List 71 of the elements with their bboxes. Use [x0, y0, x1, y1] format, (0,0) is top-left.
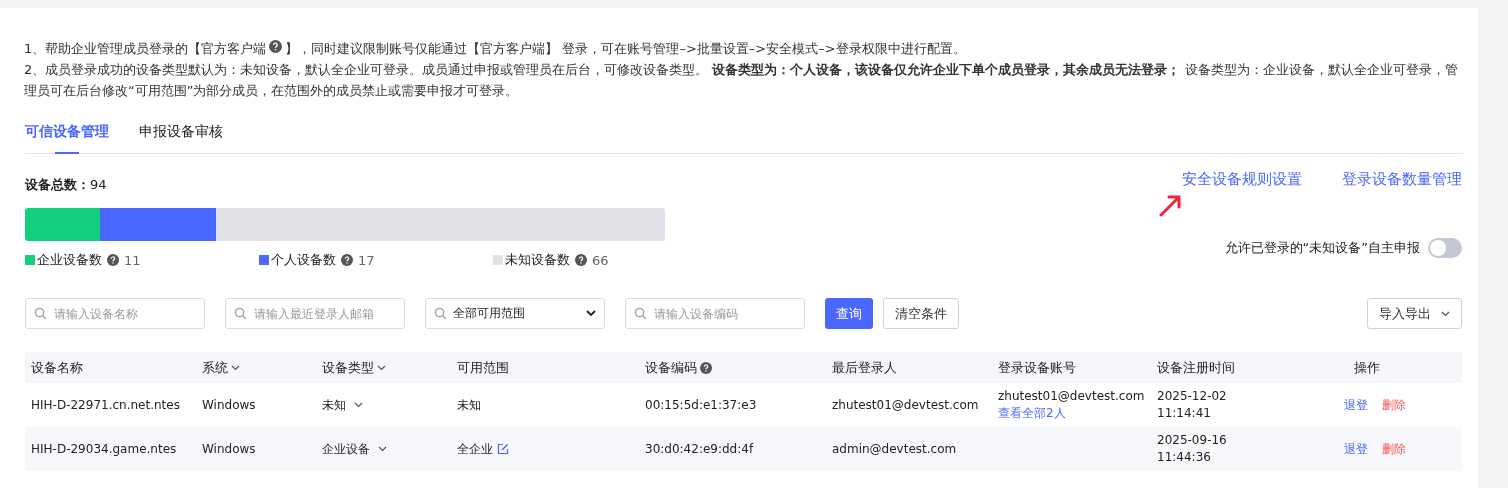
- search-icon: [234, 307, 247, 320]
- table-cell: 30:d0:42:e9:dd:4f: [645, 442, 754, 456]
- action-link[interactable]: 删除: [1381, 396, 1406, 414]
- type-dropdown[interactable]: 未知: [322, 396, 363, 414]
- table-cell: zhutest01@devtest.com: [832, 398, 979, 412]
- table-cell: HIH-D-29034.game.ntes: [31, 442, 177, 456]
- help-icon: [575, 254, 587, 266]
- tab[interactable]: 申报设备审核: [139, 123, 223, 153]
- caret-icon: [354, 402, 363, 408]
- table-cell: HIH-D-22971.cn.net.ntes: [31, 398, 180, 412]
- edit-icon[interactable]: [497, 443, 509, 455]
- clear-button[interactable]: 清空条件: [883, 298, 959, 329]
- import-export-button[interactable]: 导入导出: [1367, 298, 1462, 329]
- column-header: 设备名称: [31, 358, 83, 377]
- column-header: 系统: [202, 358, 228, 377]
- legend-count: 17: [358, 252, 375, 268]
- table-cell: 00:15:5d:e1:37:e3: [645, 398, 757, 412]
- search-field[interactable]: 请输入最近登录人邮箱: [225, 298, 405, 329]
- column-header: 操作: [1353, 358, 1380, 377]
- total-label: 设备总数：: [25, 177, 90, 192]
- action-link[interactable]: 退登: [1343, 440, 1368, 458]
- table-cell: Windows: [202, 442, 256, 456]
- type-dropdown[interactable]: 企业设备: [322, 440, 387, 458]
- legend-count: 66: [592, 252, 609, 268]
- settings-link[interactable]: 安全设备规则设置: [1182, 170, 1302, 189]
- table-cell: 全企业: [457, 440, 493, 458]
- action-link[interactable]: 删除: [1381, 440, 1406, 458]
- tab[interactable]: 可信设备管理: [25, 123, 109, 153]
- legend-label: 企业设备数: [37, 251, 102, 269]
- table-cell-text: 2025-09-16: [1157, 432, 1228, 449]
- caret-icon: [231, 364, 240, 371]
- total-count: 94: [90, 177, 107, 192]
- intro-text: 】，同时建议限制账号仅能通过【官方客户端】 登录，可在账号管理–>批量设置–>安全模式–>登录权限中进行配置。: [285, 40, 966, 58]
- chevron-icon: [586, 310, 596, 317]
- search-field[interactable]: 请输入设备编码: [625, 298, 805, 329]
- caret-icon: [1441, 310, 1450, 317]
- column-header: 设备编码: [645, 358, 697, 377]
- query-button[interactable]: 查询: [825, 298, 873, 329]
- view-all-link[interactable]: 查看全部2人: [998, 405, 1151, 422]
- column-header: 登录设备账号: [998, 358, 1076, 377]
- table-cell: 未知: [457, 396, 481, 414]
- table-cell-text: 11:14:41: [1157, 405, 1212, 422]
- legend-count: 11: [124, 252, 141, 268]
- intro-text: 1、帮助企业管理成员登录的【官方客户端: [24, 40, 267, 58]
- legend-label: 未知设备数: [505, 251, 570, 269]
- search-icon: [34, 307, 47, 320]
- toggle-switch[interactable]: [1428, 238, 1462, 258]
- help-icon: [107, 254, 119, 266]
- column-header: 可用范围: [457, 358, 509, 377]
- search-field[interactable]: 请输入设备名称: [25, 298, 205, 329]
- caret-icon: [378, 446, 387, 452]
- table-cell: Windows: [202, 398, 256, 412]
- intro-paragraph: 2、成员登录成功的设备类型默认为：未知设备，默认全企业可登录。成员通过申报或管理员在后台，可修改设备类型。 设备类型为：个人设备，该设备仅允许企业下单个成员登录，其余成员无法登录； 设备类型为：企业设备，默认全企业可登录，管理员可在后台修改“可用范围”为部分成员，在范围外的成员禁止或需要申报才可登录。: [24, 61, 1459, 100]
- search-icon: [434, 307, 447, 320]
- settings-link[interactable]: 登录设备数量管理: [1342, 170, 1462, 189]
- table-cell: admin@devtest.com: [832, 442, 957, 456]
- help-icon: [700, 361, 712, 374]
- table-cell-text: 11:44:36: [1157, 449, 1212, 466]
- table-cell-text: 2025-12-02: [1157, 388, 1228, 405]
- help-icon: [269, 40, 283, 53]
- scope-select[interactable]: 全部可用范围: [425, 298, 605, 329]
- help-icon: [341, 254, 353, 266]
- table-cell-text: zhutest01@devtest.com: [998, 388, 1146, 405]
- column-header: 最后登录人: [832, 358, 897, 377]
- toggle-label: 允许已登录的“未知设备”自主申报: [1224, 239, 1420, 257]
- caret-icon: [377, 364, 386, 371]
- legend-label: 个人设备数: [271, 251, 336, 269]
- search-icon: [634, 307, 647, 320]
- column-header: 设备类型: [322, 358, 374, 377]
- action-link[interactable]: 退登: [1343, 396, 1368, 414]
- column-header: 设备注册时间: [1157, 358, 1235, 377]
